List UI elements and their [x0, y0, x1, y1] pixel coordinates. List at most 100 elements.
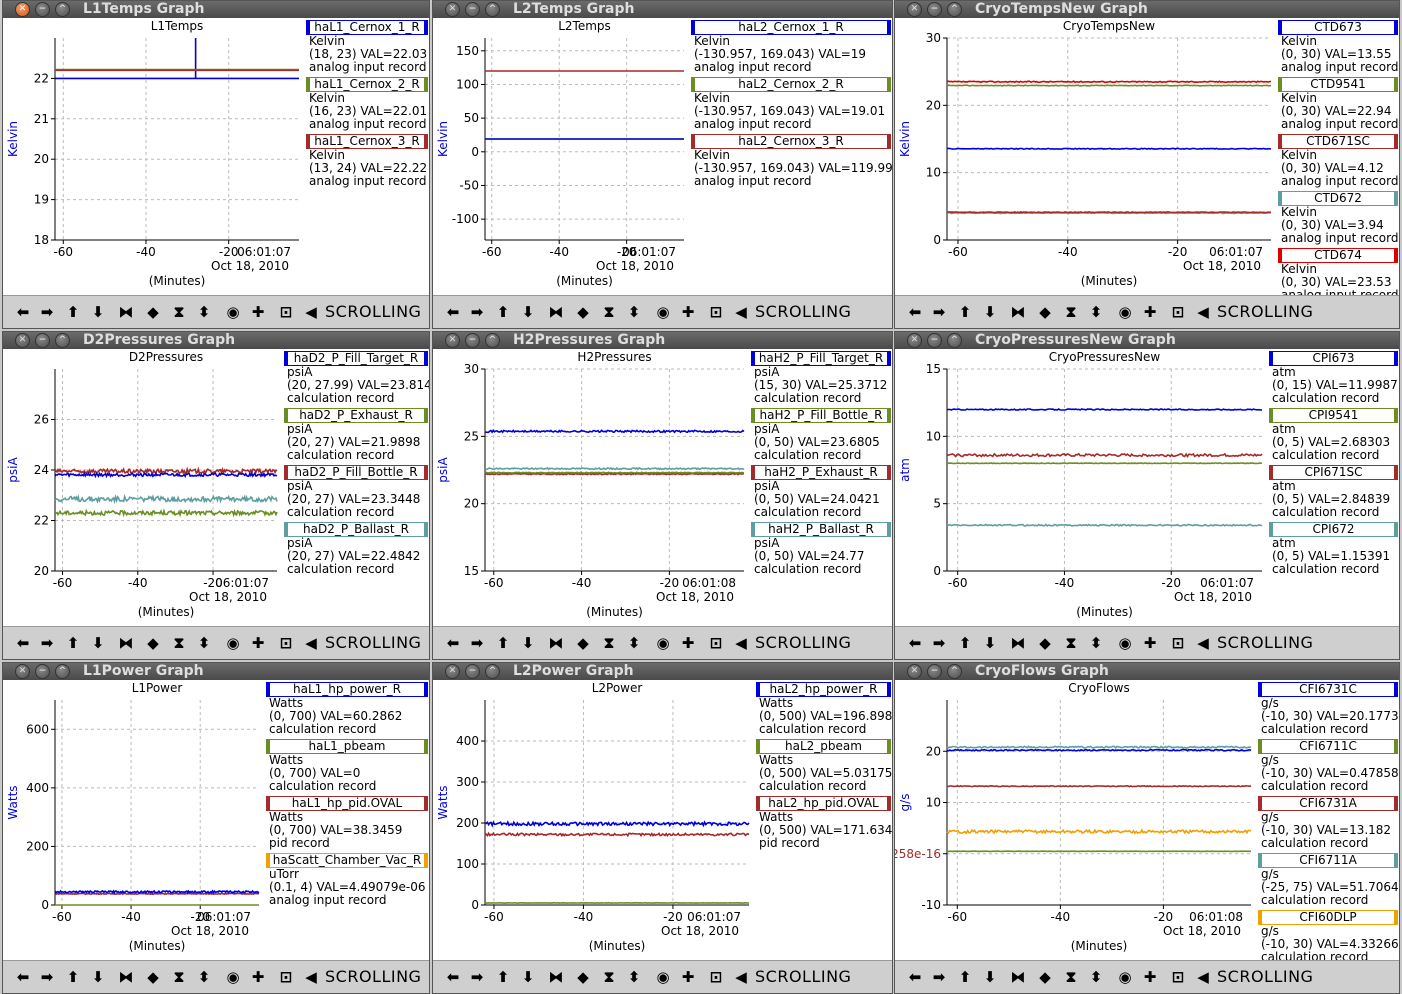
legend-item[interactable]: haL1_pbeam Watts (0, 700) VAL=0 calculation… [266, 739, 428, 793]
legend-item[interactable]: CPI673 atm (0, 15) VAL=11.9987 calculation … [1269, 351, 1398, 405]
close-icon[interactable]: ✕ [445, 2, 460, 17]
arrow-down-icon[interactable]: ⬇ [88, 633, 108, 653]
zoom-y-out-icon[interactable]: ⬍ [624, 302, 644, 322]
zoom-x-out-icon[interactable]: ◆ [1035, 967, 1055, 987]
pv-name-label[interactable]: CFI6731C [1258, 682, 1398, 697]
arrow-up-icon[interactable]: ⬆ [63, 967, 83, 987]
zoom-y-out-icon[interactable]: ⬍ [1086, 633, 1106, 653]
zoom-y-out-icon[interactable]: ⬍ [194, 633, 214, 653]
legend-item[interactable]: haH2_P_Ballast_R psiA (0, 50) VAL=24.77 cal… [751, 522, 891, 576]
autoscale-icon[interactable]: ⊡ [1168, 633, 1188, 653]
maximize-icon[interactable]: ^ [55, 664, 70, 679]
reset-icon[interactable]: ◉ [653, 633, 673, 653]
zoom-x-in-icon[interactable]: ⧓ [1008, 967, 1028, 987]
arrow-down-icon[interactable]: ⬇ [88, 302, 108, 322]
minimize-icon[interactable]: − [35, 333, 50, 348]
crosshair-icon[interactable]: ✚ [678, 967, 698, 987]
pv-name-label[interactable]: CTD672 [1278, 191, 1398, 206]
arrow-left-icon[interactable]: ⬅ [443, 633, 463, 653]
arrow-right-icon[interactable]: ➡ [929, 302, 949, 322]
pv-name-label[interactable]: CPI673 [1269, 351, 1398, 366]
legend-item[interactable]: haL2_hp_power_R Watts (0, 500) VAL=196.898… [756, 682, 892, 736]
zoom-x-in-icon[interactable]: ⧓ [116, 967, 136, 987]
maximize-icon[interactable]: ^ [947, 2, 962, 17]
pv-name-label[interactable]: haL2_Cernox_3_R [691, 134, 891, 149]
arrow-up-icon[interactable]: ⬆ [493, 967, 513, 987]
scrolling-toggle[interactable]: SCROLLING [325, 301, 421, 323]
arrow-up-icon[interactable]: ⬆ [63, 302, 83, 322]
pv-name-label[interactable]: CTD9541 [1278, 77, 1398, 92]
minimize-icon[interactable]: − [465, 333, 480, 348]
window-titlebar[interactable]: ✕ − ^ D2Pressures Graph [3, 332, 429, 349]
arrow-left-icon[interactable]: ⬅ [905, 633, 925, 653]
legend-item[interactable]: CTD673 Kelvin (0, 30) VAL=13.55 analog inpu… [1278, 20, 1398, 74]
minimize-icon[interactable]: − [465, 664, 480, 679]
legend-item[interactable]: CTD9541 Kelvin (0, 30) VAL=22.94 analog inp… [1278, 77, 1398, 131]
reset-icon[interactable]: ◉ [223, 967, 243, 987]
pv-name-label[interactable]: haScatt_Chamber_Vac_R [266, 853, 428, 868]
arrow-left-icon[interactable]: ⬅ [905, 967, 925, 987]
zoom-y-in-icon[interactable]: ⧗ [1061, 302, 1081, 322]
window-titlebar[interactable]: ✕ − ^ L2Power Graph [433, 663, 892, 680]
zoom-x-in-icon[interactable]: ⧓ [1008, 633, 1028, 653]
legend-item[interactable]: haL1_hp_pid.OVAL Watts (0, 700) VAL=38.345… [266, 796, 428, 850]
legend-item[interactable]: haD2_P_Fill_Target_R psiA (20, 27.99) VAL=… [284, 351, 429, 405]
pv-name-label[interactable]: haL2_hp_power_R [756, 682, 891, 697]
arrow-up-icon[interactable]: ⬆ [63, 633, 83, 653]
pv-name-label[interactable]: CFI6731A [1258, 796, 1398, 811]
arrow-down-icon[interactable]: ⬇ [518, 302, 538, 322]
arrow-up-icon[interactable]: ⬆ [955, 967, 975, 987]
pv-name-label[interactable]: haH2_P_Ballast_R [751, 522, 891, 537]
scrolling-toggle[interactable]: SCROLLING [325, 966, 421, 988]
legend-item[interactable]: CTD674Kelvin(0, 30) VAL=23.53analog inpu… [1278, 248, 1398, 302]
maximize-icon[interactable]: ^ [55, 2, 70, 17]
arrow-up-icon[interactable]: ⬆ [955, 633, 975, 653]
arrow-left-icon[interactable]: ⬅ [13, 633, 33, 653]
zoom-y-in-icon[interactable]: ⧗ [1061, 967, 1081, 987]
pv-name-label[interactable]: haL1_hp_pid.OVAL [266, 796, 428, 811]
arrow-right-icon[interactable]: ➡ [467, 302, 487, 322]
close-icon[interactable]: ✕ [15, 333, 30, 348]
pv-name-label[interactable]: haL2_hp_pid.OVAL [756, 796, 891, 811]
arrow-up-icon[interactable]: ⬆ [955, 302, 975, 322]
crosshair-icon[interactable]: ✚ [1140, 967, 1160, 987]
zoom-x-out-icon[interactable]: ◆ [1035, 633, 1055, 653]
legend-item[interactable]: haL1_hp_power_R Watts (0, 700) VAL=60.2862… [266, 682, 428, 736]
pan-left-icon[interactable]: ◀ [301, 302, 321, 322]
minimize-icon[interactable]: − [927, 2, 942, 17]
legend-item[interactable]: CFI6711C g/s (-10, 30) VAL=0.47858 calculat… [1258, 739, 1399, 793]
window-titlebar[interactable]: ✕ − ^ H2Pressures Graph [433, 332, 892, 349]
arrow-right-icon[interactable]: ➡ [37, 302, 57, 322]
arrow-left-icon[interactable]: ⬅ [905, 302, 925, 322]
pan-left-icon[interactable]: ◀ [301, 967, 321, 987]
legend-item[interactable]: haL2_pbeam Watts (0, 500) VAL=5.03175 calcu… [756, 739, 892, 793]
chart-plot[interactable]: CryoPressuresNew 0 5 10 15 -60 -40 -20 06:01:07O… [895, 349, 1267, 626]
legend-item[interactable]: CFI60DLP g/s (-10, 30) VAL=4.33266 calculat… [1258, 910, 1399, 964]
pv-name-label[interactable]: haD2_P_Fill_Bottle_R [284, 465, 428, 480]
zoom-y-out-icon[interactable]: ⬍ [624, 633, 644, 653]
pv-name-label[interactable]: haH2_P_Exhaust_R [751, 465, 891, 480]
legend-item[interactable]: haL1_Cernox_3_R Kelvin (13, 24) VAL=22.22 a… [306, 134, 428, 188]
pv-name-label[interactable]: CFI6711A [1258, 853, 1398, 868]
minimize-icon[interactable]: − [465, 2, 480, 17]
pan-left-icon[interactable]: ◀ [1193, 633, 1213, 653]
legend-item[interactable]: haL1_Cernox_1_R Kelvin (18, 23) VAL=22.03 a… [306, 20, 428, 74]
zoom-x-out-icon[interactable]: ◆ [573, 967, 593, 987]
chart-plot[interactable]: L1Temps 18 19 20 21 22 -60 -40 -2006:01:07Oct 18… [3, 18, 304, 295]
zoom-y-out-icon[interactable]: ⬍ [1086, 967, 1106, 987]
chart-plot[interactable]: CryoFlows -10 10 20 258e-16 -60 -40 -20 06:01:08… [895, 680, 1256, 960]
scrolling-toggle[interactable]: SCROLLING [325, 632, 421, 654]
crosshair-icon[interactable]: ✚ [678, 302, 698, 322]
pv-name-label[interactable]: haD2_P_Exhaust_R [284, 408, 428, 423]
legend-item[interactable]: haL2_Cernox_1_R Kelvin (-130.957, 169.043)… [691, 20, 891, 74]
zoom-x-in-icon[interactable]: ⧓ [1008, 302, 1028, 322]
arrow-down-icon[interactable]: ⬇ [518, 633, 538, 653]
pv-name-label[interactable]: haL1_hp_power_R [266, 682, 428, 697]
window-titlebar[interactable]: ✕ − ^ L1Power Graph [3, 663, 429, 680]
arrow-down-icon[interactable]: ⬇ [980, 302, 1000, 322]
zoom-y-in-icon[interactable]: ⧗ [169, 302, 189, 322]
arrow-down-icon[interactable]: ⬇ [980, 967, 1000, 987]
legend-item[interactable]: haL2_Cernox_2_R Kelvin (-130.957, 169.043)… [691, 77, 891, 131]
legend-item[interactable]: CFI6731C g/s (-10, 30) VAL=20.1773 calculat… [1258, 682, 1399, 736]
zoom-x-in-icon[interactable]: ⧓ [116, 633, 136, 653]
